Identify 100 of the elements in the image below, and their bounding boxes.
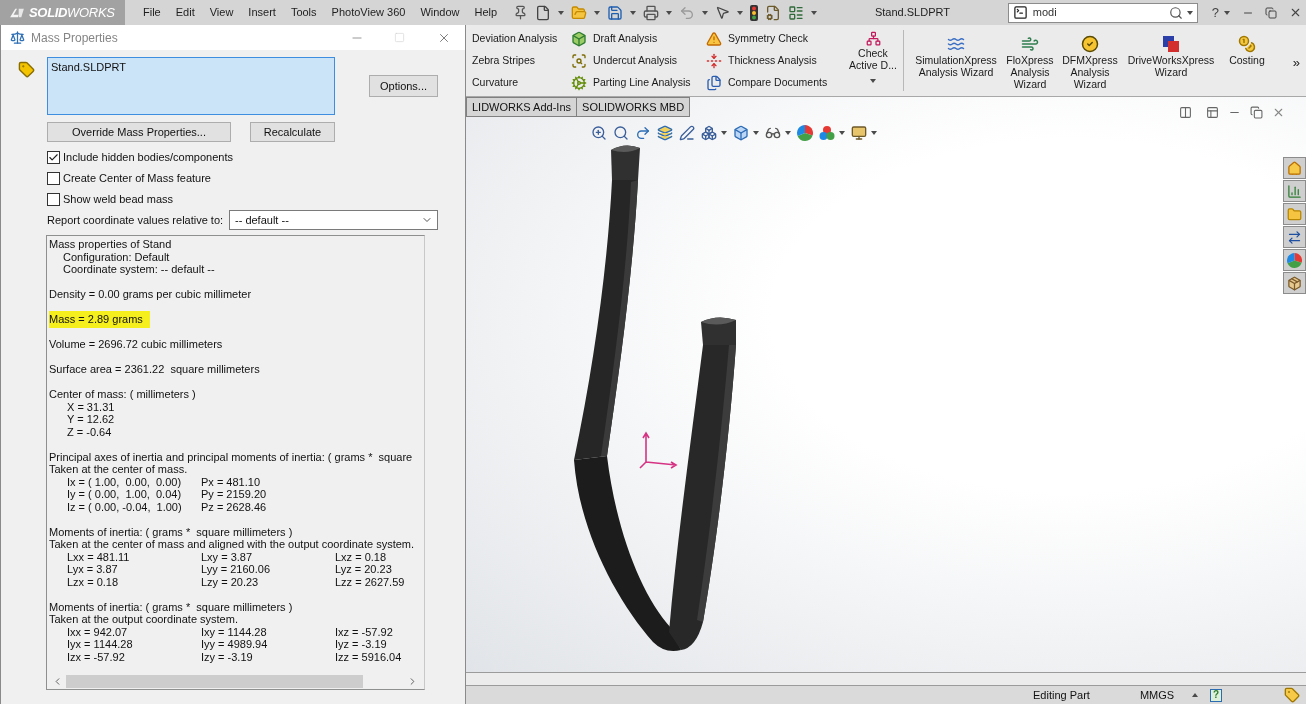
bar-chart-icon <box>1287 183 1302 199</box>
caret-down-icon[interactable] <box>666 10 673 15</box>
scales-icon <box>10 30 25 45</box>
task-pane-tab[interactable] <box>1283 249 1306 271</box>
report-line: Density = 0.00 grams per cubic millimeter <box>49 288 252 300</box>
field-label: Report coordinate values relative to: <box>47 212 224 228</box>
ribbon-command[interactable]: Undercut Analysis <box>571 50 706 72</box>
caret-down-icon[interactable] <box>785 131 791 135</box>
close-icon[interactable] <box>1289 6 1302 19</box>
document-icon[interactable] <box>535 4 552 21</box>
magnifier-plus-icon[interactable] <box>591 125 607 141</box>
ribbon-large-button[interactable]: DFMXpress Analysis Wizard <box>1060 25 1120 96</box>
caret-down-icon[interactable] <box>871 131 877 135</box>
pin-icon[interactable] <box>513 5 529 20</box>
caret-down-icon[interactable] <box>721 131 727 135</box>
report-value: Ixy = 1144.28 <box>201 625 267 638</box>
caret-down-icon[interactable] <box>702 10 709 15</box>
selected-item[interactable]: Stand.SLDPRT <box>51 61 126 73</box>
ribbon-command[interactable]: Symmetry Check <box>706 28 846 50</box>
report-value: X = 31.31 <box>67 400 115 413</box>
caret-down-icon[interactable] <box>737 10 744 15</box>
checkbox[interactable] <box>47 193 60 206</box>
coordinate-select[interactable]: -- default -- <box>229 210 438 230</box>
magnifier-icon[interactable] <box>613 125 629 141</box>
layers-icon[interactable] <box>657 125 673 141</box>
ribbon-command[interactable]: Parting Line Analysis <box>571 72 706 94</box>
task-pane-tab[interactable] <box>1283 226 1306 248</box>
caret-down-icon[interactable] <box>839 131 845 135</box>
search-field[interactable]: modi <box>1007 2 1198 23</box>
ribbon-command[interactable]: Deviation Analysis <box>472 28 571 50</box>
options-button[interactable]: Options... <box>369 75 438 97</box>
caret-down-icon[interactable] <box>630 10 637 15</box>
help-button[interactable]: ? <box>1210 688 1223 702</box>
ribbon-tab[interactable]: SOLIDWORKS MBD <box>576 97 691 117</box>
caret-down-icon[interactable] <box>811 10 818 15</box>
caret-down-icon[interactable] <box>594 10 601 15</box>
curved-arrow-icon[interactable] <box>635 125 651 141</box>
glasses-icon[interactable] <box>765 125 781 141</box>
caret-down-icon[interactable] <box>753 131 759 135</box>
traffic-light-icon[interactable] <box>750 4 759 21</box>
task-pane-tab[interactable] <box>1283 272 1306 294</box>
report-value: Y = 12.62 <box>67 413 115 425</box>
ribbon-command[interactable]: Zebra Stripes <box>472 50 571 72</box>
report-value: Lzx = 0.18 <box>67 575 119 588</box>
save-icon[interactable] <box>607 4 624 21</box>
caret-down-icon[interactable] <box>870 79 876 83</box>
caret-down-icon[interactable] <box>558 10 565 15</box>
menu-item[interactable]: View <box>209 4 234 21</box>
caret-up-icon[interactable] <box>1192 693 1199 697</box>
checkbox-label[interactable]: Create Center of Mass feature <box>63 170 211 187</box>
file-gear-icon[interactable] <box>765 4 782 21</box>
ribbon-command[interactable]: Thickness Analysis <box>706 50 846 72</box>
overlapping-squares-icon <box>1162 35 1180 53</box>
scrollbar-thumb[interactable] <box>66 674 363 688</box>
ribbon-large-button[interactable]: Costing <box>1223 25 1271 96</box>
tag-icon[interactable] <box>1284 687 1300 703</box>
report-value: Lzz = 2627.59 <box>335 575 405 588</box>
ribbon-command[interactable]: Draft Analysis <box>571 28 706 50</box>
caret-down-icon[interactable] <box>1186 10 1193 15</box>
split-panel-icon[interactable] <box>1179 105 1192 119</box>
list-icon[interactable] <box>788 4 805 21</box>
menu-item[interactable]: Help <box>474 4 498 21</box>
dialog-button[interactable]: Override Mass Properties... <box>47 122 231 142</box>
dialog-button[interactable]: Recalculate <box>250 122 335 142</box>
checkmark-icon <box>48 152 59 163</box>
report-value: Iz = ( 0.00, -0.04, 1.00) <box>67 500 182 513</box>
check-active-button[interactable]: Check Active D... <box>846 25 900 96</box>
pointer-icon[interactable] <box>715 5 731 20</box>
ribbon-command[interactable]: Curvature <box>472 72 571 94</box>
pen-icon[interactable] <box>679 125 695 141</box>
color-wheel-icon[interactable] <box>797 125 813 141</box>
menu-item[interactable]: Edit <box>175 4 195 21</box>
cube-icon[interactable] <box>733 125 749 141</box>
checkbox-label[interactable]: Show weld bead mass <box>63 191 174 208</box>
checkbox-label[interactable]: Include hidden bodies/components <box>63 149 233 166</box>
color-spheres-icon[interactable] <box>819 125 835 141</box>
menu-item[interactable]: Tools <box>290 4 317 21</box>
caret-down-icon[interactable] <box>1224 10 1230 15</box>
ribbon-large-button[interactable]: FloXpress Analysis Wizard <box>1004 25 1056 96</box>
monitor-icon[interactable] <box>851 125 867 141</box>
panel-icon[interactable] <box>1206 105 1219 119</box>
checkbox[interactable] <box>47 172 60 185</box>
more-button[interactable]: » <box>1292 53 1300 96</box>
menu-item[interactable]: File <box>143 4 161 21</box>
help-menu[interactable]: ? <box>1211 2 1219 23</box>
menu-item[interactable]: Insert <box>248 4 276 21</box>
ribbon-large-button[interactable]: DriveWorksXpress Wizard <box>1123 25 1219 96</box>
search-icon[interactable] <box>1168 5 1183 20</box>
units-label[interactable]: MMGS <box>1139 686 1175 704</box>
menu-item[interactable]: Window <box>420 4 460 21</box>
checkbox[interactable] <box>47 151 60 164</box>
ribbon-command[interactable]: Compare Documents <box>706 72 846 94</box>
coins-icon <box>1238 35 1256 53</box>
ribbon-tab[interactable]: LIDWORKS Add-Ins <box>466 97 578 117</box>
printer-icon[interactable] <box>643 4 660 21</box>
restore-icon[interactable] <box>1250 105 1263 119</box>
menu-item[interactable]: PhotoView 360 <box>331 4 406 21</box>
boxes-icon[interactable] <box>701 125 717 141</box>
restore-icon[interactable] <box>1265 6 1277 19</box>
ribbon-large-button[interactable]: SimulationXpress Analysis Wizard <box>911 25 1001 96</box>
